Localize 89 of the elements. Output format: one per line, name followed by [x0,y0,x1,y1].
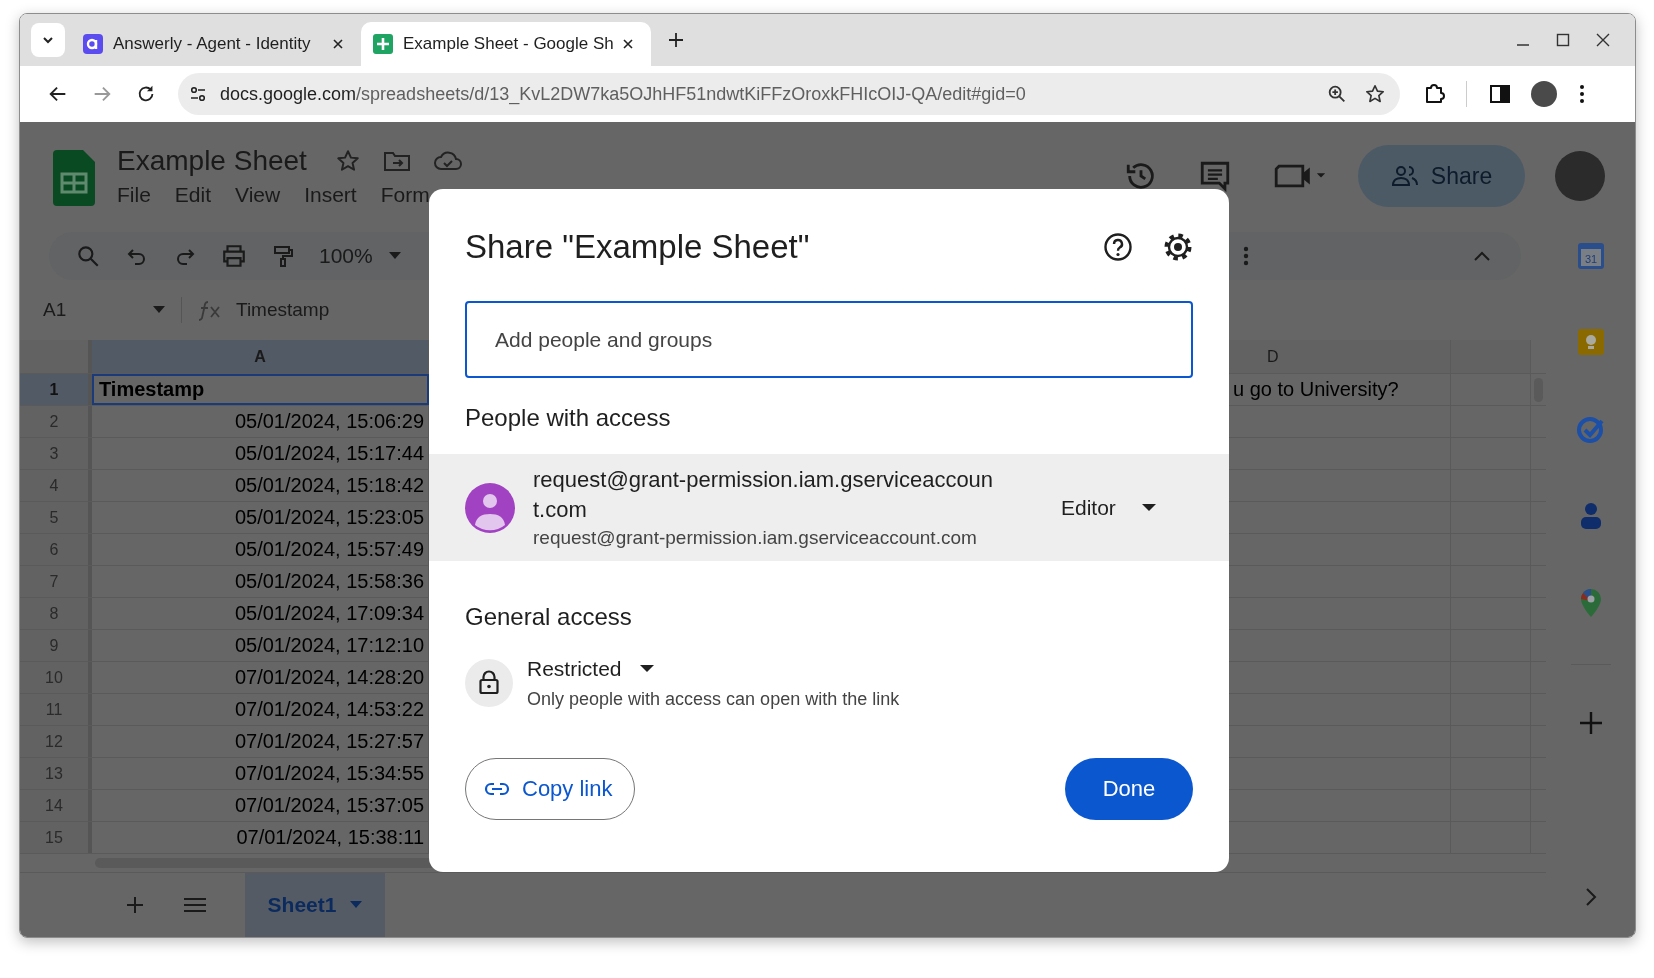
account-avatar[interactable] [1555,151,1605,201]
settings-icon[interactable] [1163,232,1193,262]
row-header[interactable]: 6 [20,534,92,565]
add-icon[interactable] [1578,711,1603,735]
row-header[interactable]: 10 [20,662,92,693]
help-icon[interactable] [1103,232,1133,262]
row-header[interactable]: 8 [20,598,92,629]
section-heading: General access [465,603,633,632]
all-sheets-menu-icon[interactable] [183,896,207,914]
add-sheet-icon[interactable] [125,895,145,915]
chevron-right-icon[interactable] [1584,887,1597,907]
row-header[interactable]: 11 [20,694,92,725]
person-icon[interactable] [1578,502,1603,530]
row-header[interactable]: 14 [20,790,92,821]
row-header[interactable]: 15 [20,822,92,853]
plus-icon [668,32,684,48]
caret-icon [1141,503,1156,512]
access-description: Only people with access can open with the link [527,689,900,710]
more-options-icon[interactable] [1243,245,1249,267]
profile-avatar[interactable] [1531,81,1557,107]
maximize-icon[interactable] [1555,32,1571,48]
side-panel-icon[interactable] [1489,83,1511,105]
column-header[interactable]: D [1229,340,1451,373]
row-header[interactable]: 2 [20,406,92,437]
avatar-icon [465,482,515,533]
zoom-icon[interactable] [1326,83,1348,105]
share-button[interactable]: Share [1358,145,1525,207]
url-text: docs.google.com/spreadsheets/d/13_KvL2DW7ka5OJhHF51ndwtKiFFzOroxkFHIcOIJ-QA/edit#gid=0 [220,83,1026,105]
menu-item[interactable]: File [117,183,151,207]
row-header[interactable]: 9 [20,630,92,661]
search-icon[interactable] [75,243,101,269]
dialog-title: Share "Example Sheet" [465,228,810,266]
document-title[interactable]: Example Sheet [117,145,307,177]
caret-icon [350,901,363,909]
cloud-check-icon[interactable] [432,149,463,173]
site-info-icon[interactable] [188,84,208,104]
comment-icon[interactable] [1198,159,1232,193]
paint-format-icon[interactable] [271,243,295,269]
copy-link-button[interactable]: Copy link [465,758,636,820]
close-icon [332,38,344,50]
sheet-tab[interactable]: Sheet1 [245,873,385,937]
bookmark-star-icon[interactable] [1364,83,1386,105]
app-logo-icon [83,34,103,54]
sheets-icon [373,34,393,54]
caret-icon[interactable] [153,306,165,314]
row-header[interactable]: 4 [20,470,92,501]
collapse-chevron-icon[interactable] [1473,250,1491,262]
sheets-logo-icon[interactable] [53,150,95,206]
table-cell: Timestamp [92,374,429,405]
add-people-field[interactable]: Add people and groups [465,301,1193,378]
people-icon [1390,165,1419,187]
map-pin-icon[interactable] [1578,588,1603,618]
close-icon [622,38,634,50]
calendar-icon[interactable]: 31 [1576,242,1605,270]
close-icon[interactable] [1595,32,1611,48]
menu-item[interactable]: Form [380,183,430,207]
access-level-dropdown[interactable]: Restricted [527,655,900,683]
lightbulb-note-icon[interactable] [1576,328,1605,356]
browser-tab[interactable]: Answerly - Agent - Identity [71,22,361,66]
role-dropdown[interactable]: Editor [1053,489,1164,526]
section-heading: People with access [465,404,672,433]
tasks-check-icon[interactable] [1575,414,1606,444]
caret-icon [639,665,654,673]
column-header[interactable]: A [92,340,429,373]
menu-item[interactable]: Edit [174,183,212,207]
link-icon [484,782,510,796]
more-menu-icon[interactable] [1579,83,1585,105]
row-header[interactable]: 7 [20,566,92,597]
row-header[interactable]: 1 [20,374,92,405]
star-icon[interactable] [334,148,361,174]
browser-tab[interactable]: Example Sheet - Google Sh [361,22,651,66]
tab-list-button[interactable] [31,23,65,57]
cell-reference[interactable]: A1 [43,299,153,321]
print-icon[interactable] [221,243,247,269]
function-icon [198,299,222,321]
row-header[interactable]: 12 [20,726,92,757]
row-header[interactable]: 5 [20,502,92,533]
lock-icon [465,658,513,707]
zoom-select[interactable]: 100% [319,244,373,268]
menu-item[interactable]: View [235,183,281,207]
formula-input[interactable]: Timestamp [236,299,330,321]
caret-icon[interactable] [388,252,401,260]
done-button[interactable]: Done [1065,758,1193,820]
person-name: request@grant-permission.iam.gserviceaccount.com [533,465,995,524]
menu-item[interactable]: Insert [304,183,357,207]
row-header[interactable]: 3 [20,438,92,469]
address-bar[interactable]: docs.google.com/spreadsheets/d/13_KvL2DW7ka5OJhHF51ndwtKiFFzOroxkFHIcOIJ-QA/edit#gid=0 [178,73,1400,115]
row-header[interactable]: 13 [20,758,92,789]
person-email: request@grant-permission.iam.gserviceaccount.com [533,525,978,550]
